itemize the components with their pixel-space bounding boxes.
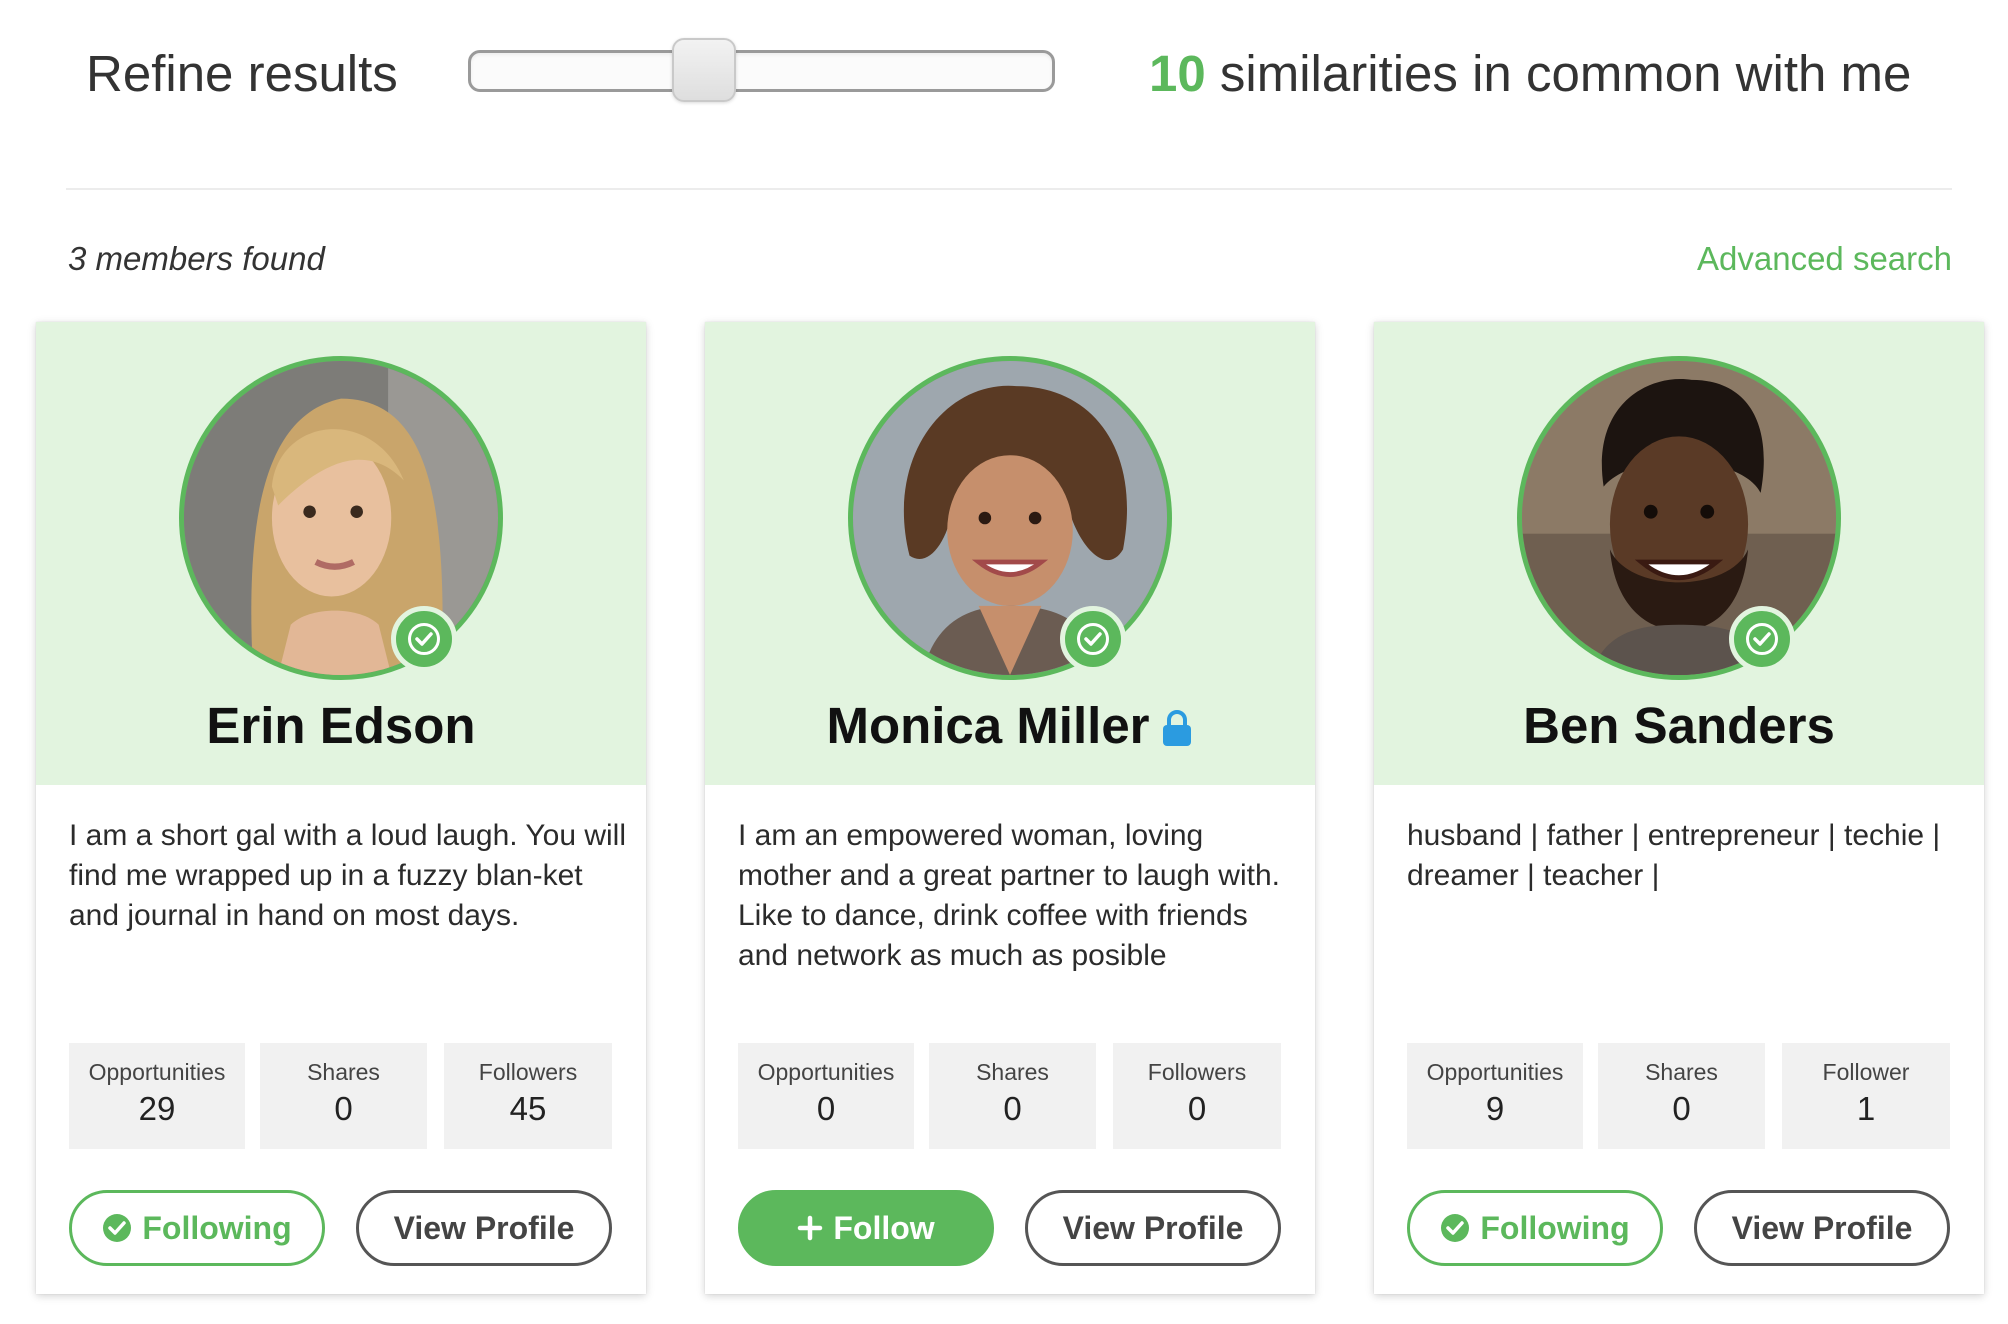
- stat-shares: Shares 0: [929, 1043, 1096, 1149]
- members-found-count: 3 members found: [68, 240, 325, 277]
- stat-label: Opportunities: [1426, 1059, 1564, 1085]
- member-bio: I am an empowered woman, loving mother a…: [738, 819, 1280, 972]
- stat-opportunities: Opportunities 0: [738, 1043, 914, 1149]
- stat-value: 9: [1485, 1090, 1505, 1127]
- similarities-summary: 10 similarities in common with me: [1149, 44, 1911, 103]
- stat-shares: Shares 0: [260, 1043, 427, 1149]
- view-profile-label: View Profile: [1731, 1209, 1913, 1246]
- plus-icon: [797, 1215, 823, 1241]
- divider: [66, 188, 1952, 190]
- refine-results-title: Refine results: [86, 45, 398, 102]
- stat-value: 0: [1187, 1090, 1207, 1127]
- stat-label: Shares: [976, 1059, 1049, 1085]
- member-card: Monica Miller I am an empowered woman, l…: [705, 322, 1315, 1294]
- similarities-label: similarities in common with me: [1205, 45, 1912, 102]
- stat-followers: Followers 45: [444, 1043, 612, 1149]
- stat-opportunities: Opportunities 29: [69, 1043, 245, 1149]
- member-name[interactable]: Erin Edson: [36, 696, 646, 755]
- view-profile-button[interactable]: View Profile: [1694, 1190, 1950, 1266]
- stat-opportunities: Opportunities 9: [1407, 1043, 1583, 1149]
- stat-label: Opportunities: [88, 1059, 226, 1085]
- member-card: Erin Edson I am a short gal with a loud …: [36, 322, 646, 1294]
- member-name-text: Erin Edson: [206, 697, 476, 754]
- follow-button-label: Follow: [833, 1209, 935, 1246]
- stat-label: Shares: [1645, 1059, 1718, 1085]
- follow-button[interactable]: Follow: [738, 1190, 994, 1266]
- refine-results-bar: Refine results 10 similarities in common…: [0, 0, 2008, 190]
- lock-icon: [1160, 700, 1194, 759]
- stat-value: 29: [138, 1090, 176, 1127]
- check-circle-icon: [1440, 1213, 1470, 1243]
- view-profile-button[interactable]: View Profile: [356, 1190, 612, 1266]
- member-bio: I am a short gal with a loud laugh. You …: [69, 819, 627, 932]
- stat-label: Followers: [1147, 1059, 1247, 1085]
- view-profile-button[interactable]: View Profile: [1025, 1190, 1281, 1266]
- stat-value: 45: [509, 1090, 547, 1127]
- stat-followers: Followers 0: [1113, 1043, 1281, 1149]
- stat-value: 0: [1003, 1090, 1022, 1127]
- stat-label: Opportunities: [757, 1059, 895, 1085]
- verified-check-icon: [391, 606, 457, 672]
- stat-followers: Follower 1: [1782, 1043, 1950, 1149]
- following-button[interactable]: Following: [1407, 1190, 1663, 1266]
- stat-value: 0: [1672, 1090, 1691, 1127]
- stat-value: 1: [1856, 1090, 1876, 1127]
- stat-label: Follower: [1822, 1059, 1910, 1085]
- verified-check-icon: [1060, 606, 1126, 672]
- similarity-slider-thumb[interactable]: [672, 38, 736, 102]
- member-card: Ben Sanders husband | father | entrepren…: [1374, 322, 1984, 1294]
- similarity-slider-track[interactable]: [468, 50, 1055, 92]
- check-circle-icon: [102, 1213, 132, 1243]
- stat-label: Shares: [307, 1059, 380, 1085]
- stat-label: Followers: [478, 1059, 578, 1085]
- following-button-label: Following: [1480, 1209, 1630, 1246]
- advanced-search-link[interactable]: Advanced search: [1697, 240, 1952, 278]
- member-name-text: Monica Miller: [826, 697, 1150, 754]
- view-profile-label: View Profile: [1062, 1209, 1244, 1246]
- member-name[interactable]: Ben Sanders: [1374, 696, 1984, 755]
- stat-value: 0: [816, 1090, 836, 1127]
- similarities-count: 10: [1149, 45, 1206, 102]
- member-bio: husband | father | entrepreneur | techie…: [1407, 819, 1941, 892]
- stat-value: 0: [334, 1090, 353, 1127]
- member-name-text: Ben Sanders: [1523, 697, 1835, 754]
- verified-check-icon: [1729, 606, 1795, 672]
- following-button-label: Following: [142, 1209, 292, 1246]
- following-button[interactable]: Following: [69, 1190, 325, 1266]
- view-profile-label: View Profile: [393, 1209, 575, 1246]
- stat-shares: Shares 0: [1598, 1043, 1765, 1149]
- member-name[interactable]: Monica Miller: [705, 696, 1315, 759]
